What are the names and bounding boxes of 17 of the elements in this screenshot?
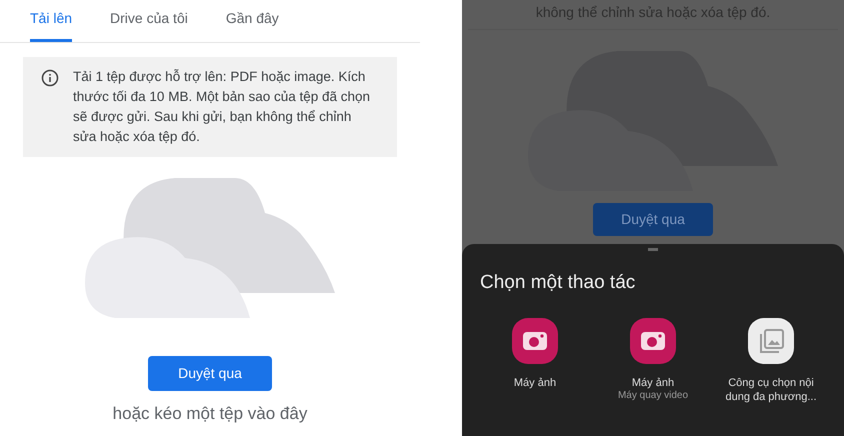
info-text: Tải 1 tệp được hỗ trợ lên: PDF hoặc image. Kích thước tối đa 10 MB. Một bản sao của tệp đã chọn sẽ được gửi. Sau khi gửi, bạn không thể chỉnh sửa hoặc xóa tệp đó. [73,68,372,146]
tab[interactable]: Gần đây [226,0,279,42]
info-icon [41,69,59,87]
sheet-title: Chọn một thao tác [480,271,636,295]
gallery-icon[interactable] [748,318,794,364]
drop-hint: hoặc kéo một tệp vào đây [112,403,308,425]
drag-handle[interactable] [648,248,658,251]
browse-button[interactable]: Duyệt qua [148,356,272,391]
browse-button[interactable]: Duyệt qua [593,203,713,236]
camera-icon[interactable] [630,318,676,364]
tab[interactable]: Tải lên [30,0,72,42]
tab[interactable]: Drive của tôi [110,0,188,42]
action-label: Công cụ chọn nội dung đa phương... [724,376,818,404]
action-sublabel: Máy quay video [618,390,688,402]
action-label: Máy ảnh [632,376,674,390]
action-label: Máy ảnh [514,376,556,390]
camera-icon[interactable] [512,318,558,364]
